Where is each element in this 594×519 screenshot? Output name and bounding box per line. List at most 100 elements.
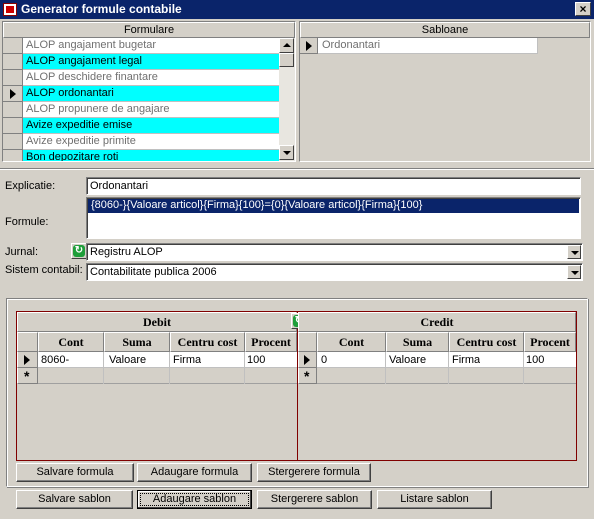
explicatie-label: Explicatie:: [5, 180, 56, 192]
sistem-value: Contabilitate publica 2006: [90, 266, 217, 278]
debit-cell-procent[interactable]: 100: [247, 354, 265, 366]
col-label: Suma: [122, 335, 152, 349]
credit-title-label: Credit: [420, 315, 454, 329]
formule-field[interactable]: {8060-}{Valoare articol}{Firma}{100}={0}…: [86, 197, 581, 239]
credit-col-centru-cost[interactable]: Centru cost: [449, 332, 524, 352]
col-label: Suma: [402, 335, 433, 349]
formulare-row-indicator: [3, 70, 23, 86]
formulare-list-item[interactable]: ALOP angajament legal: [23, 54, 279, 70]
formule-label: Formule:: [5, 216, 49, 228]
formule-value: {8060-}{Valoare articol}{Firma}{100}={0}…: [91, 199, 423, 211]
formulare-item-label: ALOP propunere de angajare: [26, 103, 170, 115]
credit-cell-centru-cost[interactable]: Firma: [452, 354, 480, 366]
credit-title: Credit: [298, 312, 576, 332]
dropdown-arrow-icon[interactable]: [567, 265, 581, 279]
formulare-row-indicator: [3, 102, 23, 118]
jurnal-label: Jurnal:: [5, 246, 39, 258]
formulare-header-label: Formulare: [123, 24, 175, 36]
formulare-scrollbar[interactable]: [279, 38, 295, 161]
formulare-list: ALOP angajament bugetar ALOP angajament l…: [3, 38, 279, 161]
credit-col-procent[interactable]: Procent: [524, 332, 576, 352]
debit-cell-cont[interactable]: 8060-: [41, 354, 69, 366]
jurnal-refresh-button[interactable]: ↻: [71, 243, 87, 259]
debit-header-indicator: [17, 332, 38, 352]
jurnal-value: Registru ALOP: [90, 246, 163, 258]
formulare-list-item[interactable]: ALOP angajament bugetar: [23, 38, 279, 54]
jurnal-select[interactable]: Registru ALOP: [86, 243, 583, 261]
formulare-list-item[interactable]: Bon depozitare roti: [23, 150, 279, 161]
debit-col-centru-cost[interactable]: Centru cost: [170, 332, 245, 352]
credit-row-indicator: [298, 352, 317, 368]
credit-cell-cont[interactable]: 0: [321, 354, 327, 366]
dropdown-arrow-icon[interactable]: [567, 245, 581, 259]
credit-col-suma[interactable]: Suma: [386, 332, 449, 352]
formulare-list-item[interactable]: ALOP propunere de angajare: [23, 102, 279, 118]
credit-cell-procent[interactable]: 100: [526, 354, 544, 366]
formulare-row-indicator: [3, 150, 23, 161]
formulare-list-item[interactable]: Avize expeditie primite: [23, 134, 279, 150]
new-row-icon: *: [24, 368, 30, 384]
debit-title: Debit: [17, 312, 297, 332]
sistem-label: Sistem contabil:: [5, 264, 83, 276]
debit-cell-suma[interactable]: Valoare: [109, 354, 146, 366]
formulare-item-label: ALOP angajament legal: [26, 55, 142, 67]
col-label: Centru cost: [177, 335, 238, 349]
scroll-down-icon[interactable]: [279, 145, 294, 160]
formulare-item-label: Avize expeditie primite: [26, 135, 136, 147]
debit-new-row[interactable]: [38, 368, 297, 384]
new-row-icon: *: [304, 368, 310, 384]
adaugare-sablon-button[interactable]: Adaugare sablon: [137, 490, 252, 509]
formulare-list-item[interactable]: ALOP deschidere finantare: [23, 70, 279, 86]
sistem-select[interactable]: Contabilitate publica 2006: [86, 263, 583, 281]
formulare-item-label: ALOP ordonantari: [26, 87, 114, 99]
sabloane-item-label: Ordonantari: [322, 39, 381, 51]
grid-line: [244, 352, 245, 384]
formule-selected-line[interactable]: {8060-}{Valoare articol}{Firma}{100}={0}…: [88, 199, 579, 213]
adaugare-formula-button[interactable]: Adaugare formula: [137, 463, 252, 482]
stergere-sablon-button[interactable]: Stergerere sablon: [257, 490, 372, 509]
row-pointer-icon: [24, 355, 30, 365]
formulare-row-indicator: [3, 38, 23, 54]
explicatie-field[interactable]: Ordonantari: [86, 177, 581, 195]
salvare-sablon-button[interactable]: Salvare sablon: [16, 490, 133, 509]
formulare-header: Formulare: [3, 22, 295, 38]
window-title: Generator formule contabile: [21, 2, 182, 16]
credit-new-row[interactable]: [317, 368, 576, 384]
debit-col-cont[interactable]: Cont: [38, 332, 104, 352]
explicatie-value: Ordonantari: [90, 180, 149, 192]
col-label: Procent: [530, 335, 570, 349]
credit-cell-suma[interactable]: Valoare: [389, 354, 426, 366]
sabloane-item[interactable]: Ordonantari: [318, 38, 538, 54]
formulare-row-indicator: [3, 118, 23, 134]
formulare-list-item[interactable]: Avize expeditie emise: [23, 118, 279, 134]
sabloane-grid: Sabloane Ordonantari: [299, 21, 591, 162]
col-label: Cont: [58, 335, 84, 349]
scroll-up-icon[interactable]: [279, 38, 294, 53]
scroll-thumb[interactable]: [279, 53, 294, 67]
row-pointer-icon: [304, 355, 310, 365]
debit-cell-centru-cost[interactable]: Firma: [173, 354, 201, 366]
debit-col-suma[interactable]: Suma: [104, 332, 170, 352]
sabloane-header: Sabloane: [300, 22, 590, 38]
refresh-icon: ↻: [73, 245, 85, 257]
listare-sablon-button[interactable]: Listare sablon: [377, 490, 492, 509]
col-label: Procent: [251, 335, 291, 349]
grid-line: [103, 352, 104, 384]
app-icon: [3, 3, 17, 16]
credit-col-cont[interactable]: Cont: [317, 332, 386, 352]
formulare-item-label: Bon depozitare roti: [26, 151, 119, 161]
debit-col-procent[interactable]: Procent: [245, 332, 297, 352]
formulare-grid: Formulare ALOP angajament bugetar ALOP an…: [2, 21, 296, 162]
sabloane-row-indicator: [300, 38, 318, 54]
grid-line: [385, 352, 386, 384]
debit-credit-grid: Debit Cont Suma Centru cost Procent 8060…: [16, 311, 577, 461]
stergere-formula-button[interactable]: Stergerere formula: [257, 463, 371, 482]
grid-line: [169, 352, 170, 384]
divider: [0, 168, 594, 170]
grid-line: [523, 352, 524, 384]
close-button[interactable]: ×: [575, 2, 591, 16]
formulare-list-item[interactable]: ALOP ordonantari: [23, 86, 279, 102]
sabloane-header-label: Sabloane: [421, 24, 469, 36]
salvare-formula-button[interactable]: Salvare formula: [16, 463, 134, 482]
formulare-row-indicator: [3, 54, 23, 70]
